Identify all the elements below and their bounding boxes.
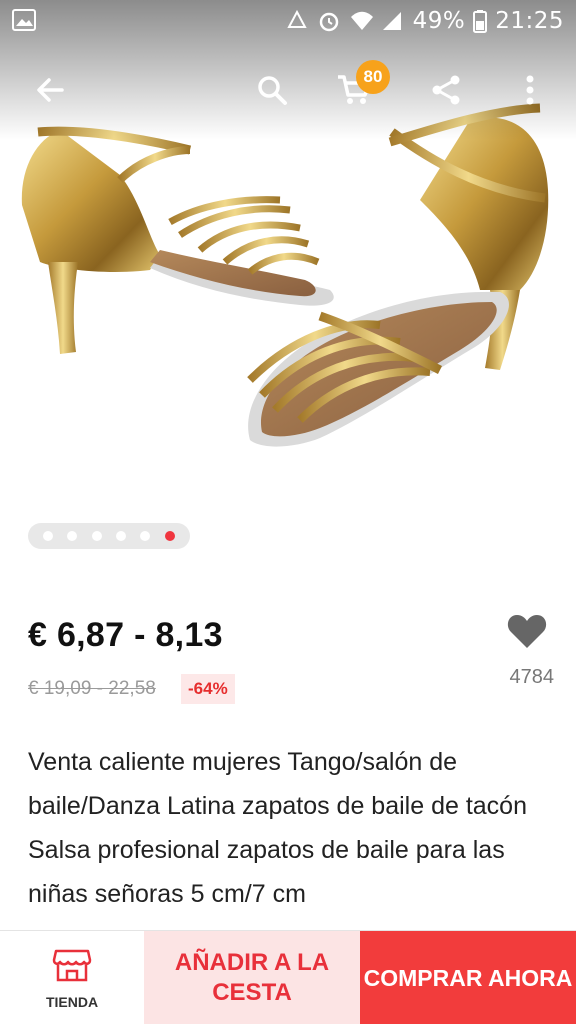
pagination-dot[interactable] xyxy=(140,531,151,541)
store-button[interactable]: TIENDA xyxy=(0,931,144,1024)
add-to-cart-button[interactable]: AÑADIR A LA CESTA xyxy=(144,931,360,1024)
heart-icon xyxy=(506,615,548,654)
store-label: TIENDA xyxy=(45,993,99,1010)
recycle-icon xyxy=(285,9,309,33)
battery-percent: 49% xyxy=(412,8,466,34)
pagination-dot[interactable] xyxy=(67,531,78,541)
pagination-dot[interactable] xyxy=(91,531,102,541)
pagination-dot[interactable] xyxy=(43,531,54,541)
wifi-icon xyxy=(349,9,373,33)
pagination-dot-active[interactable] xyxy=(164,531,175,541)
bottom-action-bar: TIENDA AÑADIR A LA CESTA COMPRAR AHORA xyxy=(0,930,576,1024)
original-price: € 19,09 - 22,58 xyxy=(28,678,156,699)
buy-now-button[interactable]: COMPRAR AHORA xyxy=(360,931,576,1024)
cart-count-badge: 80 xyxy=(356,60,390,94)
clock-time: 21:25 xyxy=(495,8,564,34)
back-arrow-icon xyxy=(34,74,66,111)
share-button[interactable] xyxy=(422,68,470,116)
more-options-button[interactable] xyxy=(512,68,548,116)
signal-icon xyxy=(381,9,405,33)
more-vert-icon xyxy=(525,74,535,111)
wishlist-button[interactable] xyxy=(506,612,552,654)
share-icon xyxy=(430,74,462,111)
product-detail-page: 49% 21:25 80 € 6,87 - 8,13 € 19,09 - 22,… xyxy=(0,0,576,1024)
battery-icon xyxy=(473,9,488,33)
pagination-dot[interactable] xyxy=(116,531,127,541)
status-bar: 49% 21:25 xyxy=(0,0,576,44)
discount-badge: -64% xyxy=(181,674,235,704)
search-button[interactable] xyxy=(248,68,296,116)
product-title: Venta caliente mujeres Tango/salón de ba… xyxy=(28,748,527,908)
image-notification-icon xyxy=(12,9,36,31)
back-button[interactable] xyxy=(26,68,74,116)
alarm-icon xyxy=(317,9,341,33)
gallery-pagination xyxy=(28,523,190,549)
top-action-bar xyxy=(0,60,576,130)
store-icon xyxy=(52,947,92,988)
current-price: € 6,87 - 8,13 xyxy=(28,616,223,654)
wishlist-count: 4784 xyxy=(509,666,555,688)
search-icon xyxy=(255,73,289,112)
product-image xyxy=(21,103,549,447)
